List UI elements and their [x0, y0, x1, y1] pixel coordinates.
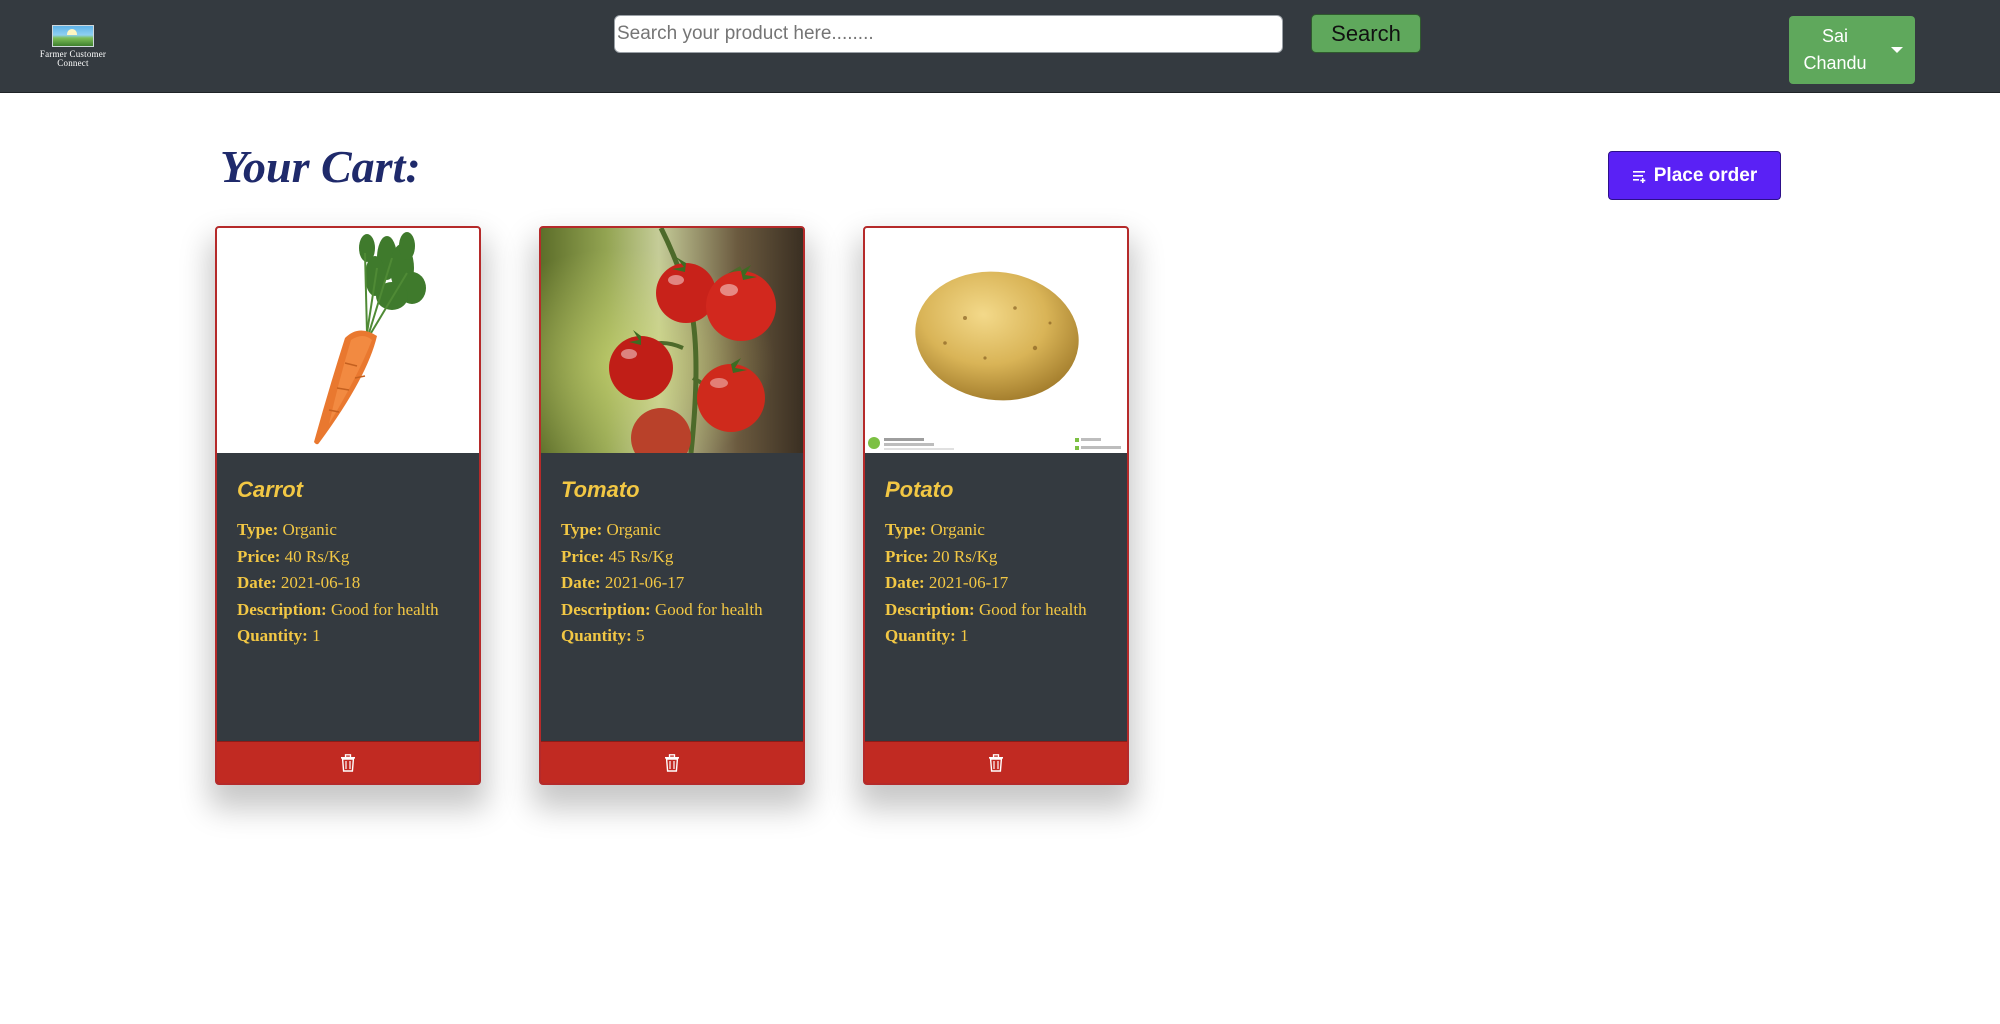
- description-label: Description:: [885, 599, 975, 619]
- price-value: 40 Rs/Kg: [284, 546, 350, 566]
- user-first-name: Sai: [1821, 26, 1848, 46]
- price-label: Price:: [885, 546, 929, 566]
- product-name: Carrot: [237, 477, 304, 502]
- search-input[interactable]: [614, 15, 1283, 53]
- product-date: Date: 2021-06-18: [237, 570, 459, 597]
- user-name: Sai Chandu: [1789, 23, 1881, 77]
- trash-icon: [341, 753, 355, 772]
- price-value: 45 Rs/Kg: [608, 546, 674, 566]
- card-body: Potato Type: Organic Price: 20 Rs/Kg Dat…: [865, 453, 1127, 770]
- place-order-label: Place order: [1653, 164, 1758, 186]
- date-label: Date:: [237, 573, 277, 592]
- cart-item-card: Potato Type: Organic Price: 20 Rs/Kg Dat…: [863, 226, 1129, 785]
- product-type: Type: Organic: [561, 517, 783, 544]
- card-body: Carrot Type: Organic Price: 40 Rs/Kg Dat…: [217, 453, 479, 770]
- description-value: Good for health: [654, 599, 763, 619]
- product-image-potato: [865, 228, 1127, 453]
- user-menu-button[interactable]: Sai Chandu: [1789, 16, 1915, 84]
- caret-down-icon: [1891, 47, 1903, 53]
- delete-button[interactable]: [865, 741, 1127, 783]
- product-quantity: Quantity: 5: [561, 623, 783, 650]
- product-type: Type: Organic: [237, 517, 459, 544]
- product-date: Date: 2021-06-17: [561, 570, 783, 597]
- quantity-label: Quantity:: [237, 626, 308, 645]
- description-value: Good for health: [330, 599, 439, 619]
- date-label: Date:: [885, 573, 925, 592]
- quantity-label: Quantity:: [885, 626, 956, 645]
- search-button[interactable]: Search: [1311, 14, 1421, 53]
- logo-text: Farmer Customer Connect: [30, 50, 116, 68]
- product-image-tomato: [541, 228, 803, 453]
- type-label: Type:: [237, 520, 279, 539]
- date-value: 2021-06-17: [928, 573, 1009, 592]
- product-quantity: Quantity: 1: [885, 623, 1107, 650]
- quantity-value: 1: [960, 626, 969, 645]
- page-title: Your Cart:: [220, 141, 421, 192]
- quantity-label: Quantity:: [561, 626, 632, 645]
- price-label: Price:: [561, 546, 605, 566]
- product-date: Date: 2021-06-17: [885, 570, 1107, 597]
- product-description: Description: Good for health: [885, 597, 1107, 624]
- product-description: Description: Good for health: [561, 597, 783, 624]
- description-label: Description:: [237, 599, 327, 619]
- type-value: Organic: [282, 520, 337, 539]
- description-value: Good for health: [978, 599, 1087, 619]
- type-value: Organic: [606, 520, 661, 539]
- user-last-name: Chandu: [1803, 53, 1867, 73]
- type-label: Type:: [885, 520, 927, 539]
- product-price: Price: 40 Rs/Kg: [237, 544, 459, 571]
- trash-icon: [665, 753, 679, 772]
- brand-logo[interactable]: Farmer Customer Connect: [30, 22, 116, 70]
- date-value: 2021-06-18: [280, 573, 361, 592]
- price-label: Price:: [237, 546, 281, 566]
- logo-image: [52, 25, 94, 47]
- type-value: Organic: [930, 520, 985, 539]
- trash-icon: [989, 753, 1003, 772]
- product-name: Potato: [885, 477, 954, 502]
- logo-text-line2: Connect: [57, 58, 89, 68]
- product-description: Description: Good for health: [237, 597, 459, 624]
- place-order-button[interactable]: Place order: [1608, 151, 1781, 200]
- product-price: Price: 20 Rs/Kg: [885, 544, 1107, 571]
- quantity-value: 1: [312, 626, 321, 645]
- product-type: Type: Organic: [885, 517, 1107, 544]
- product-quantity: Quantity: 1: [237, 623, 459, 650]
- card-body: Tomato Type: Organic Price: 45 Rs/Kg Dat…: [541, 453, 803, 770]
- price-value: 20 Rs/Kg: [932, 546, 998, 566]
- type-label: Type:: [561, 520, 603, 539]
- date-label: Date:: [561, 573, 601, 592]
- product-name: Tomato: [561, 477, 640, 502]
- date-value: 2021-06-17: [604, 573, 685, 592]
- quantity-value: 5: [636, 626, 645, 645]
- cart-item-card: Tomato Type: Organic Price: 45 Rs/Kg Dat…: [539, 226, 805, 785]
- product-price: Price: 45 Rs/Kg: [561, 544, 783, 571]
- delete-button[interactable]: [541, 741, 803, 783]
- navbar: Farmer Customer Connect Search Sai Chand…: [0, 0, 2000, 93]
- list-icon: [1632, 170, 1646, 183]
- cart-item-card: Carrot Type: Organic Price: 40 Rs/Kg Dat…: [215, 226, 481, 785]
- description-label: Description:: [561, 599, 651, 619]
- delete-button[interactable]: [217, 741, 479, 783]
- product-image-carrot: [217, 228, 479, 453]
